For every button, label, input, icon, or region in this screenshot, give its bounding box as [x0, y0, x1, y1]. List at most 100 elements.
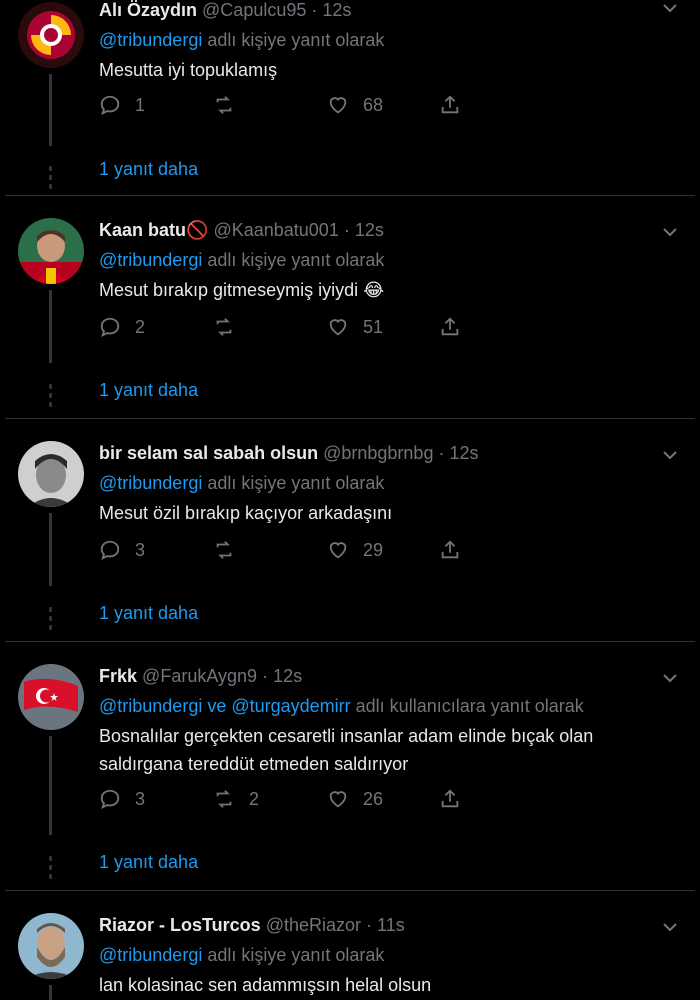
show-more-replies[interactable]: 1 yanıt daha — [99, 159, 198, 180]
bearded-man-icon — [18, 913, 84, 979]
reply-icon — [100, 317, 120, 338]
like-count: 26 — [363, 788, 384, 809]
retweet-count: 2 — [249, 788, 260, 809]
reply-count: 1 — [135, 94, 146, 115]
reply-button[interactable]: 1 — [99, 94, 145, 116]
chevron-down-icon[interactable] — [662, 919, 678, 935]
handle[interactable]: @Capulcu95 — [202, 0, 306, 20]
share-button[interactable] — [439, 539, 461, 561]
chevron-down-icon[interactable] — [662, 447, 678, 463]
tweet-text: Mesut özil bırakıp kaçıyor arkadaşını — [99, 503, 393, 523]
timestamp[interactable]: · 12s — [344, 220, 384, 240]
handle[interactable]: @Kaanbatu001 — [213, 220, 338, 240]
retweet-button[interactable]: 2 — [213, 788, 259, 810]
reply-mention[interactable]: @tribundergi — [99, 30, 202, 50]
timestamp[interactable]: · 12s — [262, 666, 302, 686]
tweet-text: lan kolasinac sen adammışsın helal olsun — [99, 975, 432, 995]
timestamp[interactable]: · 11s — [366, 915, 405, 935]
thread-line — [49, 74, 52, 146]
chevron-down-icon[interactable] — [662, 0, 678, 16]
like-count: 51 — [363, 316, 384, 337]
show-more-replies[interactable]: 1 yanıt daha — [99, 852, 198, 873]
handle[interactable]: @FarukAygn9 — [142, 666, 257, 686]
retweet-button[interactable] — [213, 539, 249, 561]
handle[interactable]: @theRiazor — [266, 915, 361, 935]
reply-button[interactable]: 3 — [99, 539, 145, 561]
share-icon — [441, 317, 459, 336]
tweet-text: Mesut bırakıp gitmeseymiş iyiydi 😂 — [99, 280, 385, 300]
reply-mention[interactable]: @tribundergi — [99, 473, 202, 493]
avatar[interactable] — [18, 2, 84, 68]
thread-line — [49, 513, 52, 586]
thread-dots — [49, 607, 52, 634]
share-icon — [441, 540, 459, 559]
reply-button[interactable]: 3 — [99, 788, 145, 810]
avatar[interactable] — [18, 441, 84, 507]
reply-icon — [100, 789, 120, 810]
thread-dots — [49, 384, 52, 411]
like-count: 68 — [363, 94, 384, 115]
reply-icon — [100, 95, 120, 116]
show-more-replies[interactable]: 1 yanıt daha — [99, 380, 198, 401]
retweet-icon — [216, 541, 232, 559]
reply-mention[interactable]: @tribundergi — [99, 250, 202, 270]
chevron-down-icon[interactable] — [662, 670, 678, 686]
like-button[interactable]: 29 — [327, 539, 383, 561]
display-name[interactable]: Frkk — [99, 666, 137, 686]
retweet-icon — [216, 318, 232, 336]
thread-line — [49, 290, 52, 363]
share-icon — [441, 95, 459, 114]
reply-icon — [100, 540, 120, 561]
display-name[interactable]: Kaan batu🚫 — [99, 220, 208, 240]
share-button[interactable] — [439, 316, 461, 338]
reply-mention[interactable]: @tribundergi — [99, 945, 202, 965]
heart-icon — [329, 319, 347, 336]
thread-dots — [49, 856, 52, 883]
tweet[interactable]: Frkk @FarukAygn9 · 12s @tribundergi ve @… — [0, 642, 700, 890]
display-name[interactable]: bir selam sal sabah olsun — [99, 443, 318, 463]
reply-button[interactable]: 2 — [99, 316, 145, 338]
tweet[interactable]: Alı Özaydın @Capulcu95 · 12s @tribunderg… — [0, 0, 700, 197]
chevron-down-icon[interactable] — [662, 224, 678, 240]
like-button[interactable]: 68 — [327, 94, 383, 116]
retweet-icon — [216, 790, 232, 808]
reply-label: adlı kişiye yanıt olarak — [207, 945, 385, 965]
reply-label: adlı kişiye yanıt olarak — [207, 250, 385, 270]
tweet[interactable]: Riazor - LosTurcos @theRiazor · 11s @tri… — [0, 891, 700, 1000]
avatar[interactable] — [18, 664, 84, 730]
reply-label: adlı kişiye yanıt olarak — [207, 473, 385, 493]
reply-count: 3 — [135, 788, 146, 809]
retweet-button[interactable] — [213, 94, 249, 116]
tweet-text: Mesutta iyi topuklamış — [99, 60, 278, 80]
avatar[interactable] — [18, 913, 84, 979]
reply-count: 3 — [135, 539, 146, 560]
show-more-replies[interactable]: 1 yanıt daha — [99, 603, 198, 624]
display-name[interactable]: Alı Özaydın — [99, 0, 197, 20]
reply-mention[interactable]: @tribundergi ve @turgaydemirr — [99, 696, 351, 716]
display-name[interactable]: Riazor - LosTurcos — [99, 915, 261, 935]
tweet[interactable]: Kaan batu🚫 @Kaanbatu001 · 12s @tribunder… — [0, 196, 700, 418]
reply-label: adlı kişiye yanıt olarak — [207, 30, 385, 50]
tweet-text: Bosnalılar gerçekten cesaretli insanlar … — [99, 726, 594, 774]
share-icon — [441, 789, 459, 808]
player-photo-icon — [18, 218, 84, 284]
handle[interactable]: @brnbgbrnbg — [323, 443, 433, 463]
reply-feed: Alı Özaydın @Capulcu95 · 12s @tribunderg… — [0, 0, 700, 1000]
thread-line — [49, 985, 52, 1000]
heart-icon — [329, 791, 347, 808]
galatasaray-crest-icon — [18, 2, 84, 68]
avatar[interactable] — [18, 218, 84, 284]
turkish-flag-icon — [18, 664, 84, 730]
tweet[interactable]: bir selam sal sabah olsun @brnbgbrnbg · … — [0, 419, 700, 641]
timestamp[interactable]: · 12s — [438, 443, 478, 463]
retweet-button[interactable] — [213, 316, 249, 338]
like-count: 29 — [363, 539, 384, 560]
retweet-icon — [216, 96, 232, 114]
thread-line — [49, 736, 52, 835]
share-button[interactable] — [439, 788, 461, 810]
like-button[interactable]: 51 — [327, 316, 383, 338]
thread-dots — [49, 166, 52, 193]
timestamp[interactable]: · 12s — [311, 0, 351, 20]
like-button[interactable]: 26 — [327, 788, 383, 810]
share-button[interactable] — [439, 94, 461, 116]
